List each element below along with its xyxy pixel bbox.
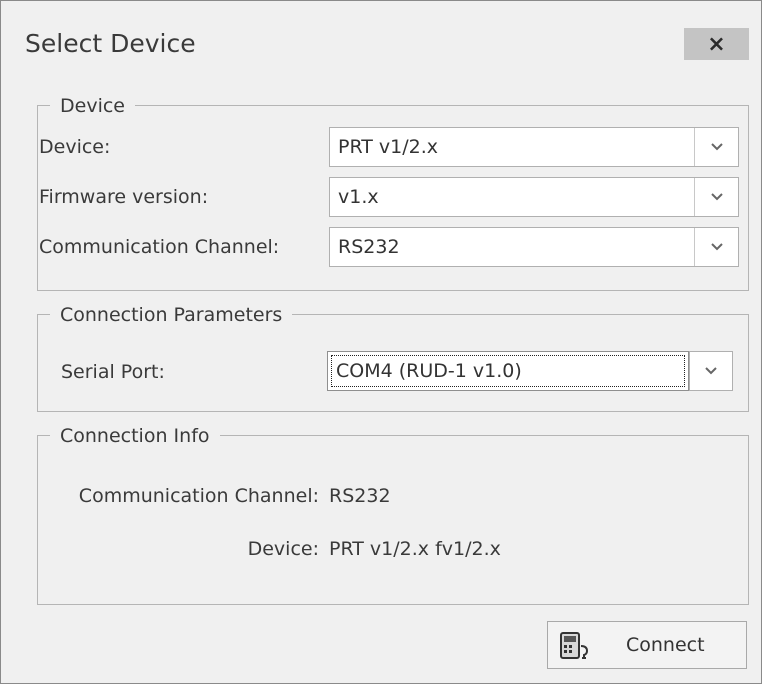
- serial-port-select[interactable]: COM4 (RUD-1 v1.0): [327, 351, 689, 391]
- info-channel-value: RS232: [329, 485, 391, 507]
- chevron-down-icon[interactable]: [694, 128, 738, 166]
- chevron-down-icon[interactable]: [689, 351, 733, 391]
- connection-info-legend: Connection Info: [50, 423, 220, 449]
- serial-port-label: Serial Port:: [61, 361, 165, 383]
- chevron-down-icon[interactable]: [694, 228, 738, 266]
- connection-info-group: Connection Info: [37, 423, 749, 605]
- channel-select-value: RS232: [338, 236, 400, 258]
- close-icon: ×: [707, 31, 726, 57]
- info-device-value: PRT v1/2.x fv1/2.x: [329, 538, 501, 560]
- device-connect-icon: [560, 632, 594, 664]
- device-select-value: PRT v1/2.x: [338, 136, 439, 158]
- info-device-label: Device:: [247, 538, 319, 560]
- dialog-title: Select Device: [25, 29, 196, 58]
- close-button[interactable]: ×: [684, 28, 749, 60]
- info-channel-label: Communication Channel:: [78, 485, 319, 507]
- connect-button[interactable]: Connect: [547, 621, 747, 669]
- title-bar: Select Device ×: [1, 1, 761, 81]
- firmware-select-value: v1.x: [338, 186, 379, 208]
- channel-label: Communication Channel:: [39, 236, 280, 258]
- firmware-select[interactable]: v1.x: [329, 177, 739, 217]
- firmware-label: Firmware version:: [39, 186, 209, 208]
- device-group-legend: Device: [50, 93, 135, 119]
- connection-params-legend: Connection Parameters: [50, 302, 293, 328]
- select-device-dialog: Select Device × Device Device: PRT v1/2.…: [0, 0, 762, 684]
- serial-port-value: COM4 (RUD-1 v1.0): [336, 360, 522, 382]
- device-select[interactable]: PRT v1/2.x: [329, 127, 739, 167]
- channel-select[interactable]: RS232: [329, 227, 739, 267]
- chevron-down-icon[interactable]: [694, 178, 738, 216]
- device-label: Device:: [39, 136, 111, 158]
- connect-button-label: Connect: [626, 634, 705, 656]
